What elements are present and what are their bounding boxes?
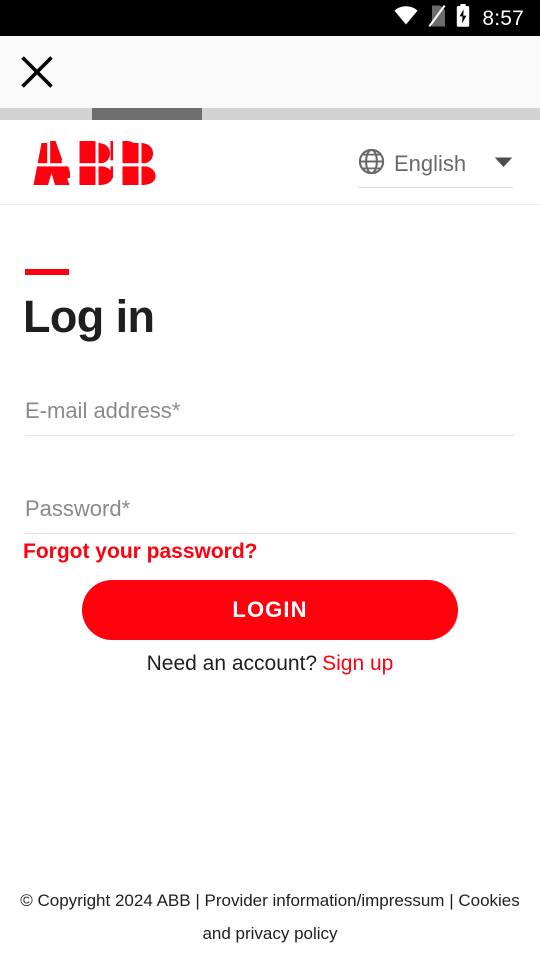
globe-icon [358,148,385,180]
page-progress-track [0,108,540,120]
abb-logo [25,141,178,187]
email-field[interactable] [25,392,515,436]
close-button[interactable] [13,49,61,97]
footer: © Copyright 2024 ABB | Provider informat… [0,884,540,950]
webview-chrome-bar [0,36,540,108]
signup-row: Need an account? Sign up [0,650,540,677]
forgot-password-link[interactable]: Forgot your password? [23,538,258,565]
close-icon [20,55,54,92]
page-title: Log in [23,291,155,342]
password-field[interactable] [25,490,515,534]
chevron-down-icon [494,155,513,173]
wifi-icon [394,6,418,30]
footer-copyright: © Copyright 2024 ABB [20,891,191,910]
language-selected-label: English [394,150,467,176]
page-progress-thumb[interactable] [92,108,202,120]
site-header: English [0,120,540,205]
footer-separator-2: | [449,891,454,910]
app-screen: 8:57 English Log in E-mail address* Forg… [0,0,540,960]
login-button[interactable]: LOGIN [82,580,458,640]
signup-prompt-text: Need an account? [146,652,318,675]
status-bar-clock: 8:57 [482,6,524,30]
no-sim-icon [428,4,446,32]
title-accent-bar [25,269,69,275]
footer-separator-1: | [195,891,200,910]
provider-information-link[interactable]: Provider information/impressum [204,891,444,910]
language-selector[interactable]: English [358,140,513,188]
battery-charging-icon [456,4,470,32]
status-bar: 8:57 [0,0,540,36]
signup-link[interactable]: Sign up [322,652,393,675]
